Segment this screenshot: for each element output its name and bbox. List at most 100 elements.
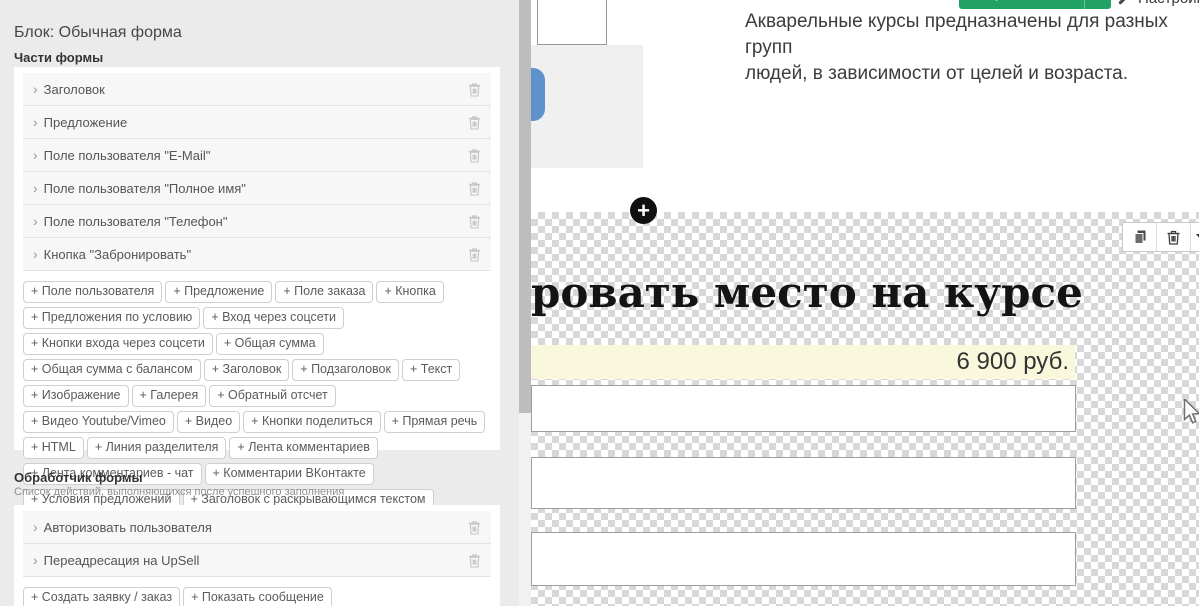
paragraph-text: Акварельные курсы предназначены для разн…: [745, 9, 1195, 87]
trash-icon: [468, 520, 481, 535]
form-handler-card: › Авторизовать пользователя: [14, 505, 500, 606]
preview-input-field[interactable]: [531, 532, 1076, 586]
form-part-label: Поле пользователя "E-Mail": [44, 148, 211, 163]
form-handler-subtitle: Список действий, выполняющихся после усп…: [14, 486, 344, 498]
trash-icon: [468, 82, 481, 97]
form-parts-card: › Заголовок ›: [14, 67, 500, 450]
add-part-button[interactable]: + Видео: [177, 411, 240, 433]
add-part-button[interactable]: + HTML: [23, 437, 84, 459]
trash-icon: [1166, 229, 1181, 245]
delete-part-button[interactable]: [468, 181, 481, 196]
delete-handler-button[interactable]: [468, 553, 481, 568]
chevron-right-icon: ›: [33, 82, 38, 96]
trash-icon: [468, 181, 481, 196]
trash-icon: [468, 148, 481, 163]
add-part-button[interactable]: + Обратный отсчет: [209, 385, 336, 407]
chevron-right-icon: ›: [33, 553, 38, 567]
add-part-button[interactable]: + Изображение: [23, 385, 129, 407]
handler-label: Авторизовать пользователя: [44, 520, 212, 535]
add-part-button[interactable]: + Поле заказа: [275, 281, 373, 303]
add-part-button[interactable]: + Предложение: [165, 281, 272, 303]
settings-button[interactable]: Настройки: [1118, 0, 1199, 9]
block-toolbar: [1122, 222, 1199, 252]
delete-part-button[interactable]: [468, 214, 481, 229]
add-part-buttons: + Поле пользователя+ Предложение+ Поле з…: [23, 279, 491, 539]
add-part-button[interactable]: + Текст: [402, 359, 460, 381]
preview-input-field[interactable]: [531, 385, 1076, 432]
scrollbar-thumb[interactable]: [519, 0, 531, 413]
handler-row[interactable]: › Авторизовать пользователя: [23, 511, 491, 544]
add-handler-button[interactable]: + Создать заявку / заказ: [23, 587, 180, 606]
price-bar[interactable]: 6 900 руб.: [531, 345, 1075, 379]
block-menu-button[interactable]: [1191, 223, 1199, 251]
scrollbar-track[interactable]: [519, 0, 531, 606]
form-part-row[interactable]: › Поле пользователя "E-Mail": [23, 139, 491, 172]
add-handler-button[interactable]: + Показать сообщение: [183, 587, 332, 606]
add-part-button[interactable]: + Подзаголовок: [292, 359, 399, 381]
app-window: Блок: Обычная форма Части формы › Заголо…: [0, 0, 1199, 606]
delete-block-button[interactable]: [1157, 223, 1191, 251]
settings-label: Настройки: [1138, 0, 1199, 7]
delete-handler-button[interactable]: [468, 520, 481, 535]
page-heading-fragment: ровать место на курсе: [531, 268, 1083, 317]
partial-input-box[interactable]: [537, 0, 607, 45]
handler-label: Переадресация на UpSell: [44, 553, 200, 568]
add-part-button[interactable]: + Предложения по условию: [23, 307, 200, 329]
add-block-button[interactable]: +: [630, 197, 657, 224]
chevron-right-icon: ›: [33, 214, 38, 228]
publish-divider: [1084, 0, 1085, 9]
wrench-icon: [1118, 0, 1132, 5]
block-title: Блок: Обычная форма: [14, 24, 182, 42]
add-part-button[interactable]: + Комментарии ВКонтакте: [205, 463, 374, 485]
preview-gray-panel: [531, 45, 643, 168]
add-part-button[interactable]: + Общая сумма: [216, 333, 324, 355]
trash-icon: [468, 115, 481, 130]
form-part-row[interactable]: › Поле пользователя "Полное имя": [23, 172, 491, 205]
trash-icon: [468, 214, 481, 229]
chevron-right-icon: ›: [33, 181, 38, 195]
form-part-label: Предложение: [44, 115, 128, 130]
form-part-label: Поле пользователя "Полное имя": [44, 181, 246, 196]
add-part-button[interactable]: + Линия разделителя: [87, 437, 227, 459]
trash-icon: [468, 247, 481, 262]
add-part-button[interactable]: + Кнопки поделиться: [243, 411, 380, 433]
add-part-button[interactable]: + Лента комментариев: [229, 437, 378, 459]
add-part-button[interactable]: + Кнопки входа через соцсети: [23, 333, 213, 355]
chevron-right-icon: ›: [33, 148, 38, 162]
caret-down-icon: [1196, 234, 1199, 240]
form-part-row[interactable]: › Предложение: [23, 106, 491, 139]
blue-button-fragment[interactable]: [531, 68, 545, 121]
add-part-button[interactable]: + Прямая речь: [384, 411, 486, 433]
form-handler-heading: Обработчик формы: [14, 470, 143, 485]
add-part-button[interactable]: + Вход через соцсети: [203, 307, 344, 329]
price-text: 6 900 руб.: [957, 348, 1070, 375]
add-part-button[interactable]: + Поле пользователя: [23, 281, 162, 303]
paragraph-line: Акварельные курсы предназначены для разн…: [745, 9, 1195, 61]
duplicate-block-button[interactable]: [1123, 223, 1157, 251]
form-part-row[interactable]: › Кнопка "Забронировать": [23, 238, 491, 271]
handler-row[interactable]: › Переадресация на UpSell: [23, 544, 491, 577]
form-part-row[interactable]: › Поле пользователя "Телефон": [23, 205, 491, 238]
add-part-button[interactable]: + Галерея: [132, 385, 207, 407]
add-part-button[interactable]: + Общая сумма с балансом: [23, 359, 201, 381]
form-part-label: Поле пользователя "Телефон": [44, 214, 228, 229]
delete-part-button[interactable]: [468, 148, 481, 163]
form-part-label: Заголовок: [44, 82, 105, 97]
plus-icon: +: [637, 198, 650, 223]
add-part-button[interactable]: + Заголовок: [204, 359, 290, 381]
form-parts-heading: Части формы: [14, 50, 103, 65]
delete-part-button[interactable]: [468, 115, 481, 130]
delete-part-button[interactable]: [468, 247, 481, 262]
form-parts-list: › Заголовок ›: [23, 73, 491, 271]
form-part-label: Кнопка "Забронировать": [44, 247, 191, 262]
add-part-button[interactable]: + Кнопка: [376, 281, 443, 303]
publish-button[interactable]: Опубликовано …: [959, 0, 1111, 9]
form-handler-list: › Авторизовать пользователя: [23, 511, 491, 577]
chevron-right-icon: ›: [33, 520, 38, 534]
form-part-row[interactable]: › Заголовок: [23, 73, 491, 106]
add-part-button[interactable]: + Видео Youtube/Vimeo: [23, 411, 174, 433]
delete-part-button[interactable]: [468, 82, 481, 97]
chevron-right-icon: ›: [33, 115, 38, 129]
preview-input-field[interactable]: [531, 457, 1076, 509]
add-handler-buttons: + Создать заявку / заказ+ Показать сообщ…: [23, 585, 491, 606]
